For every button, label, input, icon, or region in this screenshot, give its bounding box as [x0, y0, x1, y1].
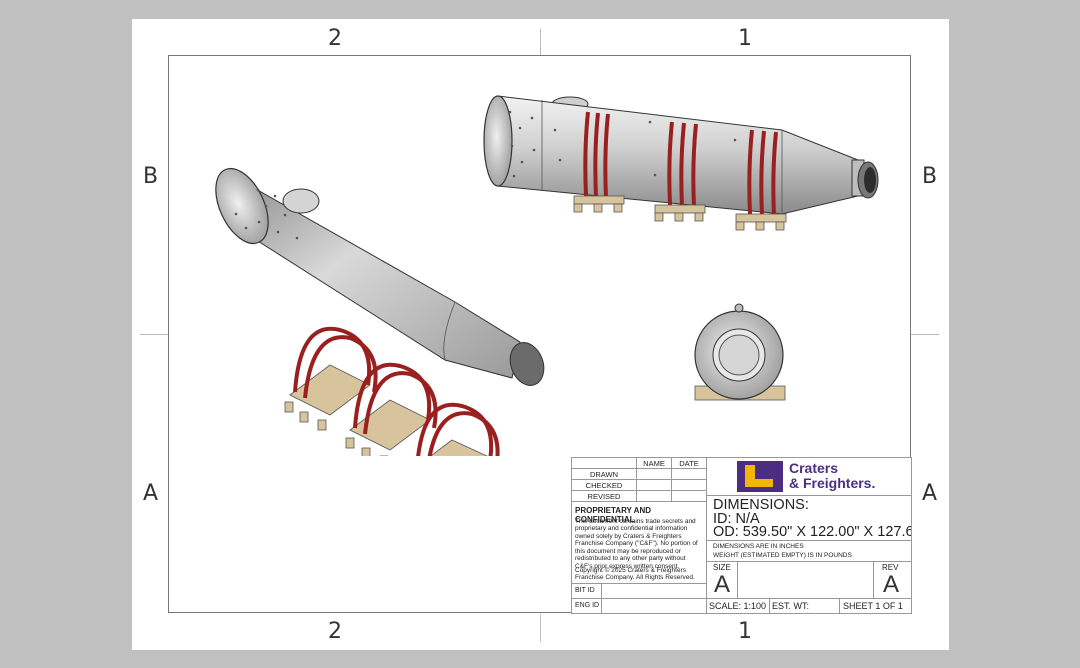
- zone-label-bottom-1: 1: [738, 619, 752, 644]
- logo-text-line1: Craters: [789, 460, 839, 476]
- size-cell: SIZE A: [706, 561, 738, 599]
- zone-label-top-1: 1: [738, 26, 752, 51]
- bit-id-row: BIT ID: [571, 583, 707, 599]
- zone-label-left-a: A: [143, 481, 159, 506]
- zone-tick: [911, 334, 939, 335]
- scale-label: SCALE: 1:100: [709, 601, 767, 611]
- header-name: NAME: [643, 459, 665, 468]
- zone-tick: [540, 614, 541, 642]
- row-label: DRAWN: [589, 470, 619, 479]
- row-label: CHECKED: [585, 481, 623, 490]
- manway-cover: [282, 188, 320, 214]
- sheet-label: SHEET 1 OF 1: [843, 601, 903, 611]
- bit-id-label: BIT ID: [575, 587, 595, 594]
- proprietary-text: This document contains trade secrets and…: [575, 518, 698, 570]
- dimensions-od: OD: 539.50" X 122.00" X 127.63": [713, 525, 911, 540]
- zone-label-top-2: 2: [328, 26, 342, 51]
- tank-isometric-view: [215, 167, 545, 386]
- drawing-number-field: [737, 561, 874, 599]
- rev-cell: REV A: [873, 561, 912, 599]
- zone-label-right-a: A: [922, 481, 938, 506]
- zone-label-left-b: B: [143, 164, 159, 189]
- zone-tick: [540, 29, 541, 55]
- eng-id-label: ENG ID: [575, 602, 600, 609]
- company-logo-icon: [737, 461, 783, 492]
- est-weight-cell: EST. WT:: [769, 598, 840, 614]
- tank-side-view: [483, 95, 879, 231]
- row-label: REVISED: [587, 492, 621, 501]
- header-date: DATE: [679, 459, 699, 468]
- size-value: A: [714, 571, 731, 598]
- logo-area: Craters & Freighters.: [706, 457, 912, 496]
- weight-note: WEIGHT (ESTIMATED EMPTY) IS IN POUNDS: [713, 552, 852, 559]
- zone-tick: [140, 334, 168, 335]
- zone-label-right-b: B: [922, 164, 938, 189]
- rev-value: A: [883, 571, 900, 598]
- units-note: DIMENSIONS ARE IN INCHES: [713, 543, 804, 550]
- eng-id-row: ENG ID: [571, 598, 707, 614]
- zone-label-bottom-2: 2: [328, 619, 342, 644]
- sheet-cell: SHEET 1 OF 1: [839, 598, 912, 614]
- copyright-text: Copyright © 2025 Craters & Freighters Fr…: [575, 567, 695, 582]
- notes-box: DIMENSIONS ARE IN INCHES WEIGHT (ESTIMAT…: [706, 540, 912, 562]
- logo-text-line2: & Freighters.: [789, 475, 876, 491]
- tank-end-view: [694, 303, 786, 401]
- scale-cell: SCALE: 1:100: [706, 598, 770, 614]
- model-views: [215, 95, 879, 456]
- proprietary-box: PROPRIETARY AND CONFIDENTIAL This docume…: [571, 501, 707, 584]
- est-weight-label: EST. WT:: [772, 601, 810, 611]
- dimensions-box: DIMENSIONS: ID: N/A OD: 539.50" X 122.00…: [706, 495, 912, 540]
